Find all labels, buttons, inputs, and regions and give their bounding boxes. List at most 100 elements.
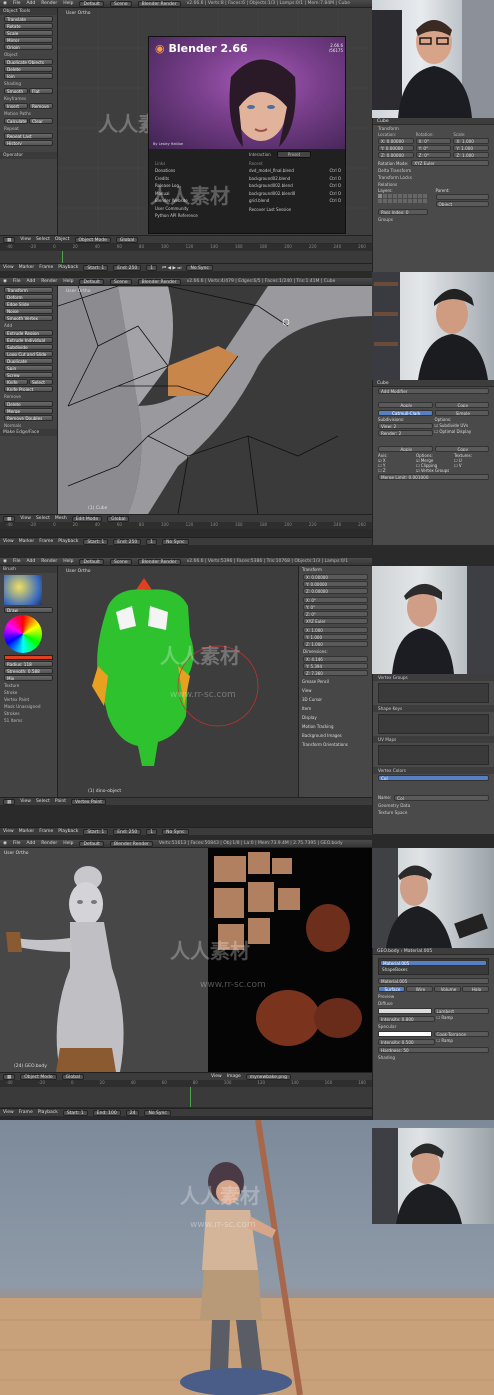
tool-origin-button[interactable]: Origin xyxy=(4,44,53,50)
n-scale-y[interactable]: Y: 1.000 xyxy=(303,634,368,640)
start-frame-field[interactable]: Start: 1 xyxy=(83,264,109,271)
material-slot[interactable]: ShapeBoxes xyxy=(380,967,487,973)
timeline-ruler-2[interactable]: -40 -20 0 20 40 60 80 100 120 140 160 180 200 220 240 2… xyxy=(0,522,372,529)
scale-y-field[interactable]: Y: 1.000 xyxy=(453,145,490,151)
tl-menu-view[interactable]: View xyxy=(3,829,14,834)
tl-menu-playback[interactable]: Playback xyxy=(38,1110,58,1115)
playback-controls-icon[interactable]: ⏮ ◀ ▶ ⏭ xyxy=(162,265,181,271)
image-selector[interactable]: mynewbake.png xyxy=(245,1073,291,1080)
tab-volume[interactable]: Volume xyxy=(434,986,461,992)
menu-help[interactable]: Help xyxy=(63,1,73,6)
material-name-field[interactable]: Material.005 xyxy=(378,978,489,984)
menu-paint[interactable]: Paint xyxy=(55,799,66,804)
menu-add[interactable]: Add xyxy=(26,279,35,284)
n-rot-mode[interactable]: XYZ Euler xyxy=(303,618,368,624)
uv-maps-header[interactable]: UV Maps xyxy=(373,736,494,743)
radius-field[interactable]: Radius: 118 xyxy=(4,661,53,667)
modifier-copy-button[interactable]: Copy xyxy=(434,402,489,408)
menu-view[interactable]: View xyxy=(20,799,31,804)
vertex-paint-section[interactable]: Vertex Paint xyxy=(0,696,57,703)
tool-deform[interactable]: Deform xyxy=(4,294,53,300)
tool-transform[interactable]: Transform xyxy=(4,287,53,293)
axis-z-checkbox[interactable]: ☐ Z xyxy=(378,468,413,473)
menu-object[interactable]: Object xyxy=(55,237,70,242)
vertex-groups-list[interactable] xyxy=(378,683,489,703)
tool-merge[interactable]: Merge xyxy=(4,408,53,414)
tab-halo[interactable]: Halo xyxy=(462,986,489,992)
diffuse-intensity-field[interactable]: Intensity: 0.800 xyxy=(378,1016,435,1022)
keyframe-insert-button[interactable]: Insert xyxy=(4,103,28,109)
diffuse-header[interactable]: Diffuse xyxy=(373,1000,494,1007)
tl-menu-playback[interactable]: Playback xyxy=(58,539,78,544)
menu-render[interactable]: Render xyxy=(41,1,57,6)
modifier-apply-button[interactable]: Apply xyxy=(378,402,433,408)
scale-z-field[interactable]: Z: 1.000 xyxy=(453,152,490,158)
vertex-colors-header[interactable]: Vertex Colors xyxy=(373,767,494,774)
tool-edge-slide[interactable]: Edge Slide xyxy=(4,301,53,307)
uv-maps-list[interactable] xyxy=(378,745,489,765)
preview-header[interactable]: Preview xyxy=(373,993,494,1000)
tool-join-button[interactable]: Join xyxy=(4,73,53,79)
n-view[interactable]: View xyxy=(299,686,372,695)
tab-wire[interactable]: Wire xyxy=(406,986,433,992)
tool-extrude-region[interactable]: Extrude Region xyxy=(4,330,53,336)
specular-intensity-field[interactable]: Intensity: 0.500 xyxy=(378,1039,435,1045)
end-frame-field[interactable]: End: 250 xyxy=(113,264,142,271)
location-z-field[interactable]: Z: 0.00000 xyxy=(378,152,414,158)
mode-selector[interactable]: Vertex Paint xyxy=(70,798,107,805)
current-frame-field[interactable]: 1 xyxy=(146,264,158,271)
shape-keys-header[interactable]: Shape Keys xyxy=(373,705,494,712)
n-item[interactable]: Item xyxy=(299,704,372,713)
subdivide-uvs-checkbox[interactable]: ☑ Subdivide UVs xyxy=(435,423,490,428)
rotation-z-field[interactable]: Z: 0° xyxy=(415,152,452,158)
tool-scale-button[interactable]: Scale xyxy=(4,30,53,36)
rotation-mode-dropdown[interactable]: XYZ Euler xyxy=(411,160,489,166)
tool-loop-cut[interactable]: Loop Cut and Slide xyxy=(4,351,53,357)
end-frame-field[interactable]: End: 100 xyxy=(92,1109,121,1116)
tl-menu-marker[interactable]: Marker xyxy=(19,265,35,270)
location-y-field[interactable]: Y: 0.00000 xyxy=(378,145,414,151)
pivot-selector[interactable]: Global xyxy=(115,236,139,243)
menu-help[interactable]: Help xyxy=(63,559,73,564)
editor-type-button[interactable]: ▦ xyxy=(3,1073,16,1080)
current-frame-field[interactable]: 1 xyxy=(146,828,158,835)
blender-logo-icon[interactable]: ◉ xyxy=(3,841,7,846)
scene-selector[interactable]: Scene xyxy=(109,278,132,285)
editor-type-button[interactable]: ▦ xyxy=(3,798,16,805)
menu-select[interactable]: Select xyxy=(36,237,50,242)
layout-selector[interactable]: Default xyxy=(79,278,104,285)
brush-name-field[interactable]: Draw xyxy=(4,607,53,613)
menu-view[interactable]: View xyxy=(20,237,31,242)
color-swatch[interactable] xyxy=(4,655,53,660)
history-button[interactable]: History xyxy=(4,140,53,146)
n-rot-y[interactable]: Y: 0° xyxy=(303,604,368,610)
current-frame-field[interactable]: 1 xyxy=(146,538,158,545)
recent-file-item[interactable]: background02.blend Ctrl O xyxy=(249,176,341,181)
menu-render[interactable]: Render xyxy=(41,841,57,846)
hardness-field[interactable]: Hardness: 50 xyxy=(378,1047,489,1053)
layout-selector[interactable]: Default xyxy=(79,840,104,847)
material-slot[interactable]: Material.005 xyxy=(380,960,487,966)
n-grease-pencil[interactable]: Grease Pencil xyxy=(299,677,372,686)
tl-menu-marker[interactable]: Marker xyxy=(19,829,35,834)
mirror-apply-button[interactable]: Apply xyxy=(378,446,433,452)
tl-menu-view[interactable]: View xyxy=(3,539,14,544)
tl-menu-frame[interactable]: Frame xyxy=(19,1110,33,1115)
geometry-data-header[interactable]: Geometry Data xyxy=(373,802,494,809)
sync-dropdown[interactable]: No Sync xyxy=(162,828,189,835)
shade-smooth-button[interactable]: Smooth xyxy=(4,88,28,94)
viewport-3[interactable]: User Ortho (1) dino-object xyxy=(58,566,298,797)
menu-help[interactable]: Help xyxy=(63,841,73,846)
brush-preview[interactable] xyxy=(4,575,42,605)
tool-mirror-button[interactable]: Mirror xyxy=(4,37,53,43)
recent-file-item[interactable]: dvd_model_final.blend Ctrl O xyxy=(249,168,341,173)
menu-file[interactable]: File xyxy=(13,559,21,564)
link-python-api[interactable]: Python API Reference xyxy=(155,213,198,218)
menu-add[interactable]: Add xyxy=(26,841,35,846)
menu-file[interactable]: File xyxy=(13,841,21,846)
menu-add[interactable]: Add xyxy=(26,559,35,564)
blender-logo-icon[interactable]: ◉ xyxy=(3,279,7,284)
groups-header[interactable]: Groups xyxy=(373,216,494,223)
tool-spin[interactable]: Spin xyxy=(4,365,53,371)
menu-mesh[interactable]: Mesh xyxy=(55,516,67,521)
